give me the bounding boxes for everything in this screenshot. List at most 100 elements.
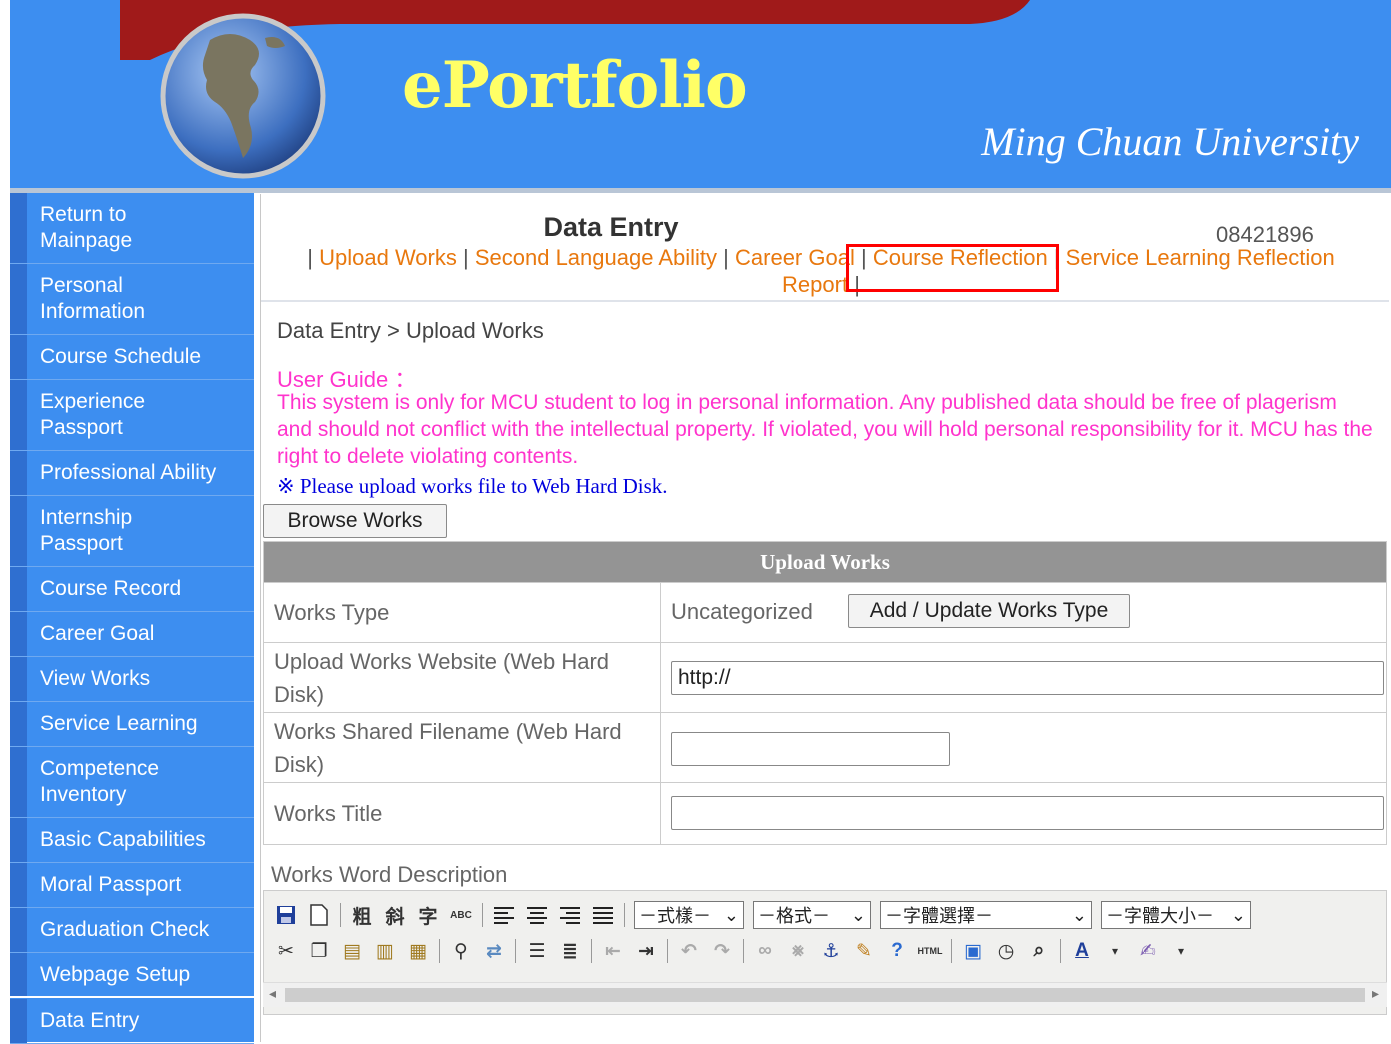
font-color-icon[interactable]: A — [1070, 939, 1094, 963]
sidebar-item-basic-capabilities[interactable]: Basic Capabilities — [10, 818, 254, 863]
sidebar-item-data-entry[interactable]: Data Entry — [10, 999, 254, 1044]
sidebar-item-label: Return to Mainpage — [40, 203, 133, 252]
sidebar-item-career-goal[interactable]: Career Goal — [10, 612, 254, 657]
calendar-icon[interactable]: ▣ — [961, 939, 985, 963]
page-title: Data Entry — [543, 212, 679, 242]
sidebar-item-internship-passport[interactable]: Internship Passport — [10, 496, 254, 567]
sidebar-item-moral-passport[interactable]: Moral Passport — [10, 863, 254, 908]
sidebar-item-competence-inventory[interactable]: Competence Inventory — [10, 747, 254, 818]
cut-icon[interactable]: ✂ — [274, 939, 298, 963]
form-caption: Upload Works — [264, 542, 1386, 582]
font-size-select-value: －字體大小－ — [1106, 906, 1214, 926]
user-guide-text: This system is only for MCU student to l… — [277, 391, 1373, 468]
sidebar-item-label: Personal Information — [40, 274, 146, 323]
bulleted-list-icon[interactable]: ☰ — [525, 939, 549, 963]
bold-icon[interactable]: 粗 — [350, 903, 374, 928]
paste-text-icon[interactable]: ▥ — [373, 939, 397, 963]
spellcheck-icon[interactable]: ABC — [449, 903, 473, 927]
filename-row: Works Shared Filename (Web Hard Disk) — [264, 712, 1386, 782]
clock-icon[interactable]: ◷ — [994, 939, 1018, 963]
outdent-icon[interactable]: ⇤ — [601, 939, 625, 963]
sidebar-item-service-learning[interactable]: Service Learning — [10, 702, 254, 747]
nav-separator: | — [723, 245, 729, 270]
format-select-value: －格式－ — [758, 906, 830, 926]
preview-icon[interactable]: ⌕ — [1027, 939, 1051, 963]
sidebar-item-experience-passport[interactable]: Experience Passport — [10, 380, 254, 451]
chevron-down-icon: ⌄ — [723, 904, 739, 925]
sidebar-item-label: Internship Passport — [40, 506, 133, 555]
find-icon[interactable]: ⚲ — [449, 939, 473, 963]
paste-icon[interactable]: ▤ — [340, 939, 364, 963]
indent-icon[interactable]: ⇥ — [634, 939, 658, 963]
sidebar-item-webpage-setup[interactable]: Webpage Setup — [10, 953, 254, 998]
chevron-down-icon[interactable]: ▾ — [1103, 939, 1127, 963]
nav-separator: | — [307, 245, 313, 270]
sidebar-item-course-schedule[interactable]: Course Schedule — [10, 335, 254, 380]
toolbar-separator — [743, 939, 744, 963]
clean-format-icon[interactable]: ✎ — [852, 939, 876, 963]
sidebar-item-label: Course Schedule — [40, 345, 202, 368]
editor-toolbar-row-2: ✂ ❐ ▤ ▥ ▦ ⚲ ⇄ ☰ ≣ ⇤ ⇥ ↶ ↷ ∞ ⨳ ⚓ ✎ ? HTML… — [274, 939, 1193, 963]
sidebar-item-return-to-mainpage[interactable]: Return to Mainpage — [10, 193, 254, 264]
nav-link-career-goal[interactable]: Career Goal — [735, 245, 855, 270]
style-select[interactable]: －式樣－ ⌄ — [634, 901, 744, 929]
horizontal-scrollbar[interactable]: ◂ ▸ — [263, 982, 1387, 1007]
website-row: Upload Works Website (Web Hard Disk) htt… — [264, 642, 1386, 712]
browse-works-button[interactable]: Browse Works — [263, 504, 447, 538]
main-content: Data Entry 08421896 | Upload Works | Sec… — [260, 194, 1391, 1042]
new-document-icon[interactable] — [307, 903, 331, 927]
sidebar-item-view-works[interactable]: View Works — [10, 657, 254, 702]
sidebar-item-professional-ability[interactable]: Professional Ability — [10, 451, 254, 496]
unlink-icon[interactable]: ⨳ — [786, 939, 810, 963]
copy-icon[interactable]: ❐ — [307, 939, 331, 963]
font-size-select[interactable]: －字體大小－ ⌄ — [1101, 901, 1251, 929]
numbered-list-icon[interactable]: ≣ — [558, 939, 582, 963]
filename-input[interactable] — [671, 732, 950, 766]
website-input[interactable]: http:// — [671, 661, 1384, 695]
highlight-color-icon[interactable]: ✍ — [1136, 939, 1160, 963]
align-left-icon[interactable] — [492, 903, 516, 927]
scroll-left-icon[interactable]: ◂ — [269, 985, 276, 1002]
italic-icon[interactable]: 斜 — [383, 903, 407, 928]
underline-icon[interactable]: 字 — [416, 903, 440, 928]
sidebar-item-label: Experience Passport — [40, 390, 146, 439]
help-icon[interactable]: ? — [885, 939, 909, 963]
link-icon[interactable]: ∞ — [753, 939, 777, 963]
works-title-input[interactable] — [671, 796, 1384, 830]
sidebar-item-label: Professional Ability — [40, 461, 217, 484]
redo-icon[interactable]: ↷ — [710, 939, 734, 963]
replace-icon[interactable]: ⇄ — [482, 939, 506, 963]
format-select[interactable]: －格式－ ⌄ — [753, 901, 871, 929]
toolbar-separator — [340, 903, 341, 927]
scrollbar-thumb[interactable] — [285, 988, 1365, 1002]
style-select-value: －式樣－ — [639, 906, 711, 926]
save-icon[interactable] — [274, 903, 298, 927]
sidebar-item-graduation-check[interactable]: Graduation Check — [10, 908, 254, 953]
nav-link-second-language-ability[interactable]: Second Language Ability — [475, 245, 717, 270]
sidebar-item-label: Data Entry — [40, 1009, 140, 1032]
sidebar-item-course-record[interactable]: Course Record — [10, 567, 254, 612]
undo-icon[interactable]: ↶ — [677, 939, 701, 963]
sidebar-item-label: Graduation Check — [40, 918, 210, 941]
sidebar-item-label: Moral Passport — [40, 873, 182, 896]
toolbar-separator — [439, 939, 440, 963]
website-label: Upload Works Website (Web Hard Disk) — [264, 643, 661, 712]
nav-link-upload-works[interactable]: Upload Works — [319, 245, 457, 270]
works-type-value: Uncategorized — [671, 599, 813, 624]
justify-icon[interactable] — [591, 903, 615, 927]
chevron-down-icon: ⌄ — [1071, 904, 1087, 925]
data-entry-nav: | Upload Works | Second Language Ability… — [281, 244, 1361, 298]
paste-word-icon[interactable]: ▦ — [406, 939, 430, 963]
scroll-right-icon[interactable]: ▸ — [1372, 985, 1379, 1002]
toolbar-separator — [1060, 939, 1061, 963]
html-icon[interactable]: HTML — [918, 939, 943, 963]
works-type-row: Works Type Uncategorized Add / Update Wo… — [264, 582, 1386, 642]
sidebar-item-personal-information[interactable]: Personal Information — [10, 264, 254, 335]
font-select[interactable]: －字體選擇－ ⌄ — [880, 901, 1092, 929]
anchor-icon[interactable]: ⚓ — [819, 939, 843, 963]
align-right-icon[interactable] — [558, 903, 582, 927]
align-center-icon[interactable] — [525, 903, 549, 927]
chevron-down-icon[interactable]: ▾ — [1169, 939, 1193, 963]
add-update-works-type-button[interactable]: Add / Update Works Type — [848, 594, 1130, 628]
sidebar-item-label: Service Learning — [40, 712, 198, 735]
